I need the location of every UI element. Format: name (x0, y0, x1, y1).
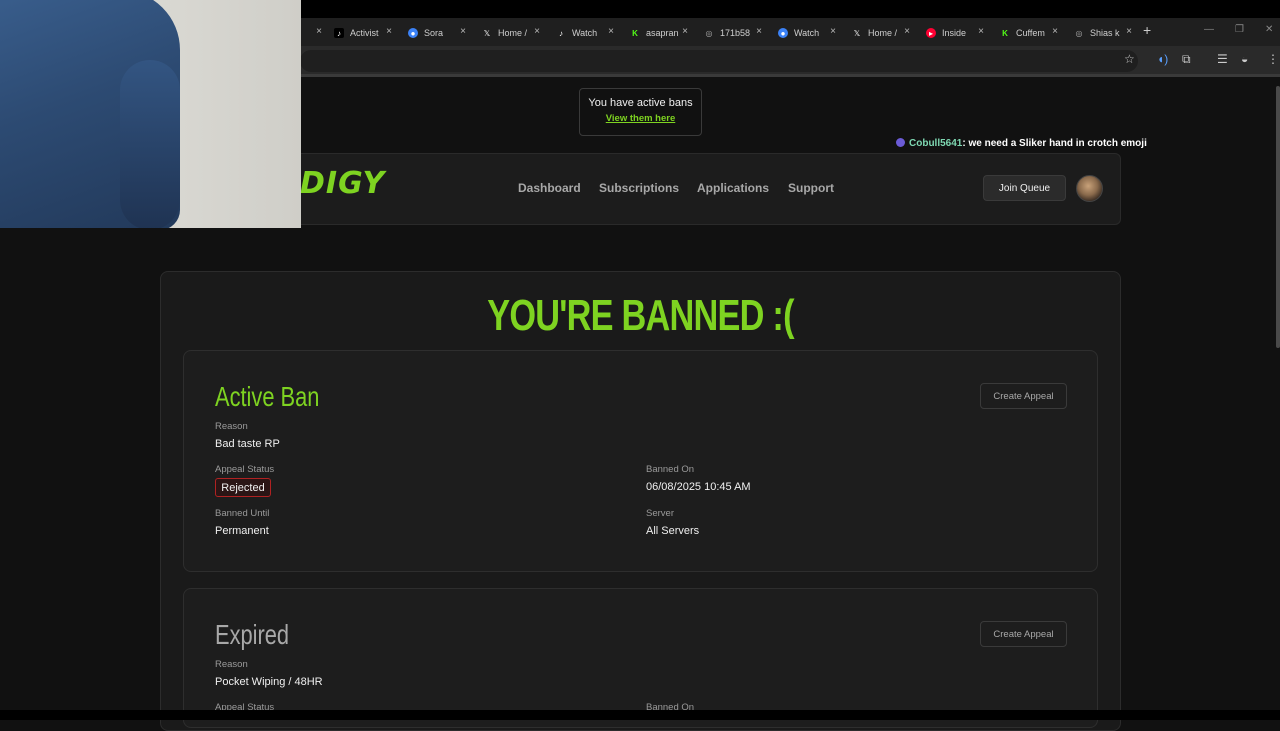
x-icon: 𝕏 (853, 28, 861, 38)
globe-icon: ◎ (705, 28, 713, 38)
close-window-icon[interactable]: ✕ (1265, 24, 1273, 35)
sora-icon: ● (778, 28, 788, 38)
server-value: All Servers (646, 525, 700, 537)
tab-title: Watch (794, 28, 820, 38)
extensions-icon[interactable]: ⧉ (1182, 52, 1191, 67)
screen-bottom-strip (0, 710, 1280, 720)
join-queue-button[interactable]: Join Queue (983, 175, 1066, 201)
audio-icon[interactable]: ◖) (1157, 52, 1168, 66)
browser-tab[interactable]: ● Watch × (778, 22, 836, 44)
site-logo[interactable]: DIGY (300, 166, 385, 201)
browser-tab[interactable]: ◎ Shias k × (1074, 22, 1133, 44)
ban-status-title: Active Ban (215, 381, 320, 412)
restore-icon[interactable]: ❐ (1235, 24, 1244, 35)
view-bans-link[interactable]: View them here (580, 113, 701, 124)
chat-badge-icon (896, 138, 905, 147)
browser-tab[interactable]: ◎ 171b58 × (704, 22, 763, 44)
sora-icon: ● (408, 28, 418, 38)
address-field[interactable] (300, 50, 1138, 72)
x-icon: 𝕏 (483, 28, 491, 38)
page-title: YOU'RE BANNED :( (487, 291, 794, 340)
youtube-icon: ▸ (926, 28, 936, 38)
create-appeal-button[interactable]: Create Appeal (980, 621, 1067, 647)
tab-title: Activist (350, 28, 379, 38)
globe-icon: ◎ (1075, 28, 1083, 38)
banned-on-value: 06/08/2025 10:45 AM (646, 481, 751, 493)
kick-icon: K (632, 28, 638, 38)
tab-title: asapran (646, 28, 679, 38)
avatar[interactable] (1076, 175, 1103, 202)
ban-card-expired: Expired Create Appeal Reason Pocket Wipi… (183, 588, 1098, 728)
tab-close-icon[interactable]: × (534, 26, 540, 37)
tiktok-icon: ♪ (334, 28, 344, 38)
server-label: Server (646, 508, 674, 519)
active-bans-notice: You have active bans View them here (579, 88, 702, 136)
menu-kebab-icon[interactable]: ⋮ (1267, 52, 1279, 66)
browser-tab[interactable]: ♪ Activist × (334, 22, 392, 44)
tab-title: Sora (424, 28, 444, 38)
tab-close-icon[interactable]: × (460, 26, 466, 37)
browser-tab[interactable]: ♪ Watch × (556, 22, 614, 44)
browser-tab[interactable]: 𝕏 Home / × (482, 22, 540, 44)
webcam-person-arm (120, 60, 180, 228)
browser-tab[interactable]: ▸ Inside × (926, 22, 984, 44)
tab-close-icon[interactable]: × (904, 26, 910, 37)
banned-until-value: Permanent (215, 525, 269, 537)
browser-tab[interactable]: × (304, 22, 322, 44)
tab-close-icon[interactable]: × (1052, 26, 1058, 37)
reason-value: Pocket Wiping / 48HR (215, 676, 323, 688)
tab-title: 171b58 (720, 28, 751, 38)
chat-message: : we need a Sliker hand in crotch emoji (962, 138, 1147, 149)
media-controls-icon[interactable]: ☰ (1217, 52, 1228, 66)
tab-title: Home / (498, 28, 528, 38)
reason-label: Reason (215, 421, 248, 432)
webcam-overlay (0, 0, 301, 228)
browser-tab[interactable]: K asapran × (630, 22, 688, 44)
tab-close-icon[interactable]: × (978, 26, 984, 37)
reason-value: Bad taste RP (215, 438, 280, 450)
status-badge: Rejected (215, 478, 271, 497)
tab-title: Shias k (1090, 28, 1120, 38)
nav-applications[interactable]: Applications (697, 181, 769, 195)
appeal-status-label: Appeal Status (215, 464, 275, 475)
tab-close-icon[interactable]: × (830, 26, 836, 37)
nav-dashboard[interactable]: Dashboard (518, 181, 581, 195)
tab-title: Inside (942, 28, 967, 38)
tab-close-icon[interactable]: × (316, 26, 322, 37)
profile-icon[interactable]: ◒ (1241, 52, 1248, 66)
tab-close-icon[interactable]: × (608, 26, 614, 37)
nav-subscriptions[interactable]: Subscriptions (599, 181, 679, 195)
nav-support[interactable]: Support (788, 181, 834, 195)
tab-title: Watch (572, 28, 598, 38)
minimize-icon[interactable]: — (1204, 24, 1214, 35)
browser-tab[interactable]: K Cuffem × (1000, 22, 1058, 44)
ban-status-title: Expired (215, 619, 290, 650)
tab-title: Cuffem (1016, 28, 1045, 38)
tab-close-icon[interactable]: × (386, 26, 392, 37)
browser-tab[interactable]: ● Sora × (408, 22, 466, 44)
tab-close-icon[interactable]: × (682, 26, 688, 37)
banned-until-label: Banned Until (215, 508, 270, 519)
page-scrollbar[interactable] (1276, 86, 1280, 348)
chat-username: Cobull5641 (909, 138, 963, 149)
tiktok-icon: ♪ (559, 28, 563, 38)
chat-overlay: Cobull5641: we need a Sliker hand in cro… (896, 138, 1147, 149)
banned-on-label: Banned On (646, 464, 695, 475)
bookmark-star-icon[interactable]: ☆ (1124, 52, 1135, 66)
create-appeal-button[interactable]: Create Appeal (980, 383, 1067, 409)
tab-title: Home / (868, 28, 898, 38)
notice-title: You have active bans (588, 97, 693, 109)
browser-tab[interactable]: 𝕏 Home / × (852, 22, 910, 44)
tab-close-icon[interactable]: × (1126, 26, 1132, 37)
kick-icon: K (1002, 28, 1008, 38)
ban-card-active: Active Ban Create Appeal Reason Bad tast… (183, 350, 1098, 572)
new-tab-button[interactable]: + (1143, 22, 1151, 38)
reason-label: Reason (215, 659, 248, 670)
tab-close-icon[interactable]: × (756, 26, 762, 37)
